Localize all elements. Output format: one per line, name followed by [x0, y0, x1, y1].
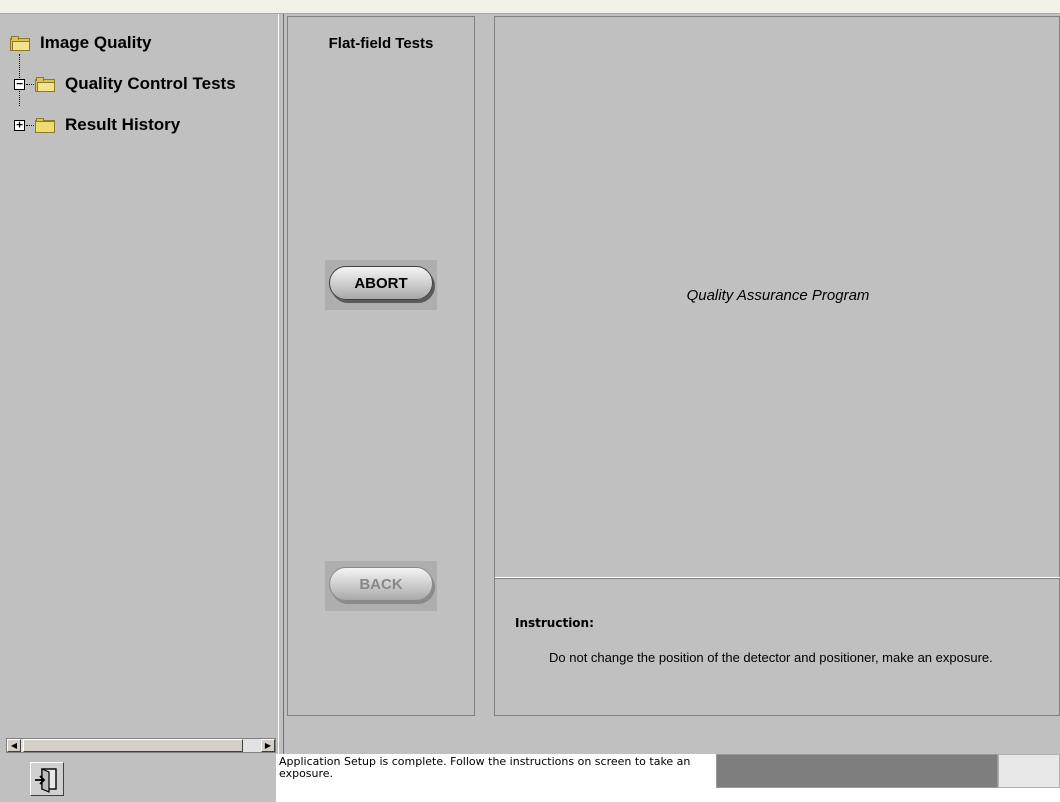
tree-panel: Image Quality − Quality Control Tests + …: [4, 16, 278, 738]
folder-closed-icon: [35, 117, 55, 133]
top-strip: [0, 0, 1060, 14]
tests-panel: Flat-field Tests ABORT BACK: [287, 16, 475, 716]
tree-connector: [26, 124, 34, 126]
scroll-left-icon[interactable]: ◀: [7, 739, 21, 752]
progress-fill: [717, 755, 997, 787]
tree-item-label: Image Quality: [40, 33, 152, 52]
scroll-right-icon[interactable]: ▶: [261, 739, 275, 752]
scroll-thumb[interactable]: [23, 739, 243, 752]
expand-icon[interactable]: +: [14, 119, 25, 131]
tree-item-result-history[interactable]: + Result History: [14, 115, 180, 135]
program-title: Quality Assurance Program: [686, 287, 870, 304]
collapse-icon[interactable]: −: [14, 78, 25, 90]
back-button[interactable]: BACK: [329, 567, 433, 601]
status-message: Application Setup is complete. Follow th…: [276, 754, 716, 788]
program-panel: Quality Assurance Program Instruction: D…: [494, 16, 1060, 716]
instruction-text: Do not change the position of the detect…: [549, 650, 993, 665]
back-button-area: BACK: [325, 561, 437, 611]
tree-item-quality-control-tests[interactable]: − Quality Control Tests: [14, 74, 236, 94]
abort-button-area: ABORT: [325, 260, 437, 310]
folder-open-icon: [10, 35, 30, 51]
instruction-box: Instruction: Do not change the position …: [495, 577, 1060, 717]
status-lower-strip: [276, 788, 1060, 802]
tree-item-label: Result History: [65, 115, 181, 134]
instruction-label: Instruction:: [515, 616, 594, 630]
panel-splitter[interactable]: [278, 14, 284, 754]
abort-button[interactable]: ABORT: [329, 266, 433, 300]
folder-open-icon: [35, 76, 55, 92]
tree-item-label: Quality Control Tests: [65, 74, 236, 93]
status-end-cell: [998, 754, 1060, 788]
tree-item-image-quality[interactable]: Image Quality: [10, 33, 151, 53]
exit-door-icon: [35, 768, 57, 793]
tree-connector: [26, 83, 34, 85]
tree-horizontal-scrollbar[interactable]: ◀ ▶: [6, 738, 276, 753]
progress-bar: [716, 754, 998, 788]
exit-button[interactable]: [30, 762, 64, 796]
bottom-bar: Application Setup is complete. Follow th…: [0, 754, 1060, 802]
panel-title: Flat-field Tests: [328, 35, 434, 52]
